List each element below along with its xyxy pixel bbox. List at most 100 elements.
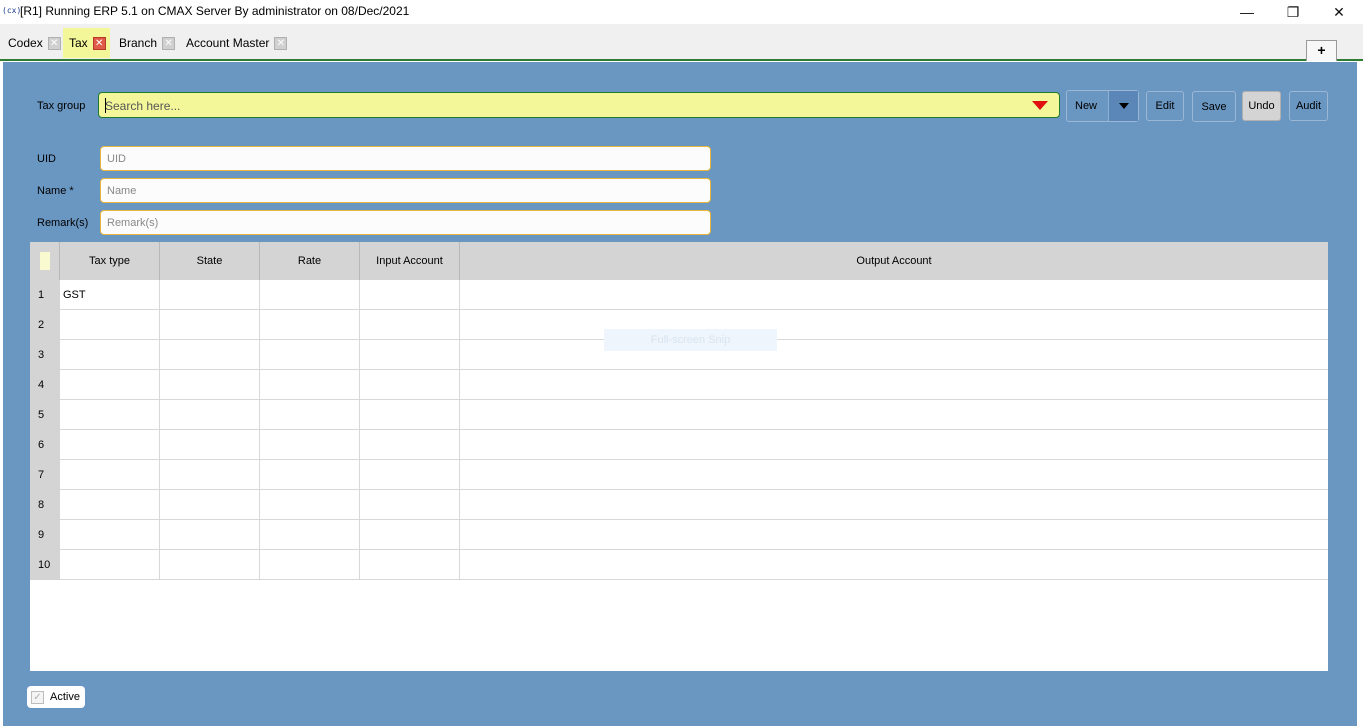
tab-strip: Codex ✕ Tax ✕ Branch ✕ Account Master ✕ … <box>0 24 1363 61</box>
cell-input-account[interactable] <box>360 280 460 310</box>
column-header-state[interactable]: State <box>160 242 260 280</box>
cell-input-account[interactable] <box>360 310 460 340</box>
cell-rate[interactable] <box>260 310 360 340</box>
cell-tax-type[interactable] <box>60 550 160 580</box>
cell-tax-type[interactable] <box>60 520 160 550</box>
cell-input-account[interactable] <box>360 490 460 520</box>
uid-field[interactable] <box>100 146 711 171</box>
cell-input-account[interactable] <box>360 340 460 370</box>
remarks-field[interactable] <box>100 210 711 235</box>
cell-tax-type[interactable] <box>60 310 160 340</box>
column-header-rate[interactable]: Rate <box>260 242 360 280</box>
cell-output-account[interactable] <box>460 340 1328 370</box>
table-row[interactable]: 5 <box>30 400 1328 430</box>
close-icon[interactable]: ✕ <box>92 36 106 50</box>
uid-label: UID <box>37 153 56 165</box>
cell-output-account[interactable] <box>460 490 1328 520</box>
tax-group-label: Tax group <box>37 100 86 112</box>
cell-output-account[interactable] <box>460 400 1328 430</box>
cell-rate[interactable] <box>260 460 360 490</box>
cell-output-account[interactable] <box>460 370 1328 400</box>
cell-state[interactable] <box>160 520 260 550</box>
new-button[interactable]: New <box>1066 90 1139 122</box>
cell-state[interactable] <box>160 430 260 460</box>
cell-input-account[interactable] <box>360 460 460 490</box>
cell-output-account[interactable] <box>460 460 1328 490</box>
tab-account-master[interactable]: Account Master ✕ <box>182 28 291 58</box>
add-tab-button[interactable]: + <box>1306 40 1337 61</box>
tab-label: Account Master <box>186 36 270 50</box>
cell-tax-type[interactable] <box>60 340 160 370</box>
undo-button[interactable]: Undo <box>1242 91 1281 121</box>
restore-button[interactable]: ❐ <box>1270 0 1316 24</box>
cell-rate[interactable] <box>260 340 360 370</box>
check-icon[interactable]: ✓ <box>31 690 44 704</box>
tab-codex[interactable]: Codex ✕ <box>4 28 65 58</box>
cell-rate[interactable] <box>260 520 360 550</box>
cell-state[interactable] <box>160 370 260 400</box>
table-row[interactable]: 9 <box>30 520 1328 550</box>
cell-rate[interactable] <box>260 550 360 580</box>
table-row[interactable]: 10 <box>30 550 1328 580</box>
table-row[interactable]: 7 <box>30 460 1328 490</box>
cell-tax-type[interactable] <box>60 430 160 460</box>
cell-state[interactable] <box>160 400 260 430</box>
row-number: 3 <box>30 340 60 370</box>
cell-rate[interactable] <box>260 400 360 430</box>
tab-tax[interactable]: Tax ✕ <box>63 28 110 58</box>
cell-output-account[interactable] <box>460 550 1328 580</box>
audit-button[interactable]: Audit <box>1289 91 1328 121</box>
cell-rate[interactable] <box>260 370 360 400</box>
save-button[interactable]: Save <box>1192 91 1236 122</box>
minimize-button[interactable]: — <box>1224 0 1270 24</box>
cell-input-account[interactable] <box>360 370 460 400</box>
table-row[interactable]: 6 <box>30 430 1328 460</box>
edit-button[interactable]: Edit <box>1146 91 1184 121</box>
name-field[interactable] <box>100 178 711 203</box>
cell-rate[interactable] <box>260 430 360 460</box>
tab-label: Tax <box>69 36 88 50</box>
cell-output-account[interactable] <box>460 520 1328 550</box>
triangle-down-icon[interactable] <box>1032 101 1048 110</box>
cell-input-account[interactable] <box>360 400 460 430</box>
cell-tax-type[interactable]: GST <box>60 280 160 310</box>
cell-state[interactable] <box>160 310 260 340</box>
table-row[interactable]: 8 <box>30 490 1328 520</box>
search-input[interactable] <box>105 97 1005 114</box>
row-number: 1 <box>30 280 60 310</box>
close-icon[interactable]: ✕ <box>162 36 176 50</box>
tab-label: Branch <box>119 36 158 50</box>
grid-corner[interactable] <box>30 242 60 280</box>
row-number: 10 <box>30 550 60 580</box>
table-row[interactable]: 4 <box>30 370 1328 400</box>
cell-output-account[interactable] <box>460 280 1328 310</box>
cell-rate[interactable] <box>260 490 360 520</box>
column-header-input-account[interactable]: Input Account <box>360 242 460 280</box>
active-toggle[interactable]: ✓ Active <box>27 686 85 708</box>
column-header-tax-type[interactable]: Tax type <box>60 242 160 280</box>
select-all-box[interactable] <box>40 252 50 270</box>
table-row[interactable]: 1 GST <box>30 280 1328 310</box>
cell-state[interactable] <box>160 340 260 370</box>
cell-output-account[interactable] <box>460 310 1328 340</box>
new-dropdown-button[interactable] <box>1108 91 1138 121</box>
close-icon[interactable]: ✕ <box>274 36 288 50</box>
cell-input-account[interactable] <box>360 550 460 580</box>
cell-input-account[interactable] <box>360 430 460 460</box>
cell-state[interactable] <box>160 460 260 490</box>
cell-state[interactable] <box>160 280 260 310</box>
cell-rate[interactable] <box>260 280 360 310</box>
cell-tax-type[interactable] <box>60 370 160 400</box>
column-header-output-account[interactable]: Output Account <box>460 242 1328 280</box>
close-window-button[interactable]: ✕ <box>1316 0 1362 24</box>
cell-state[interactable] <box>160 550 260 580</box>
cell-output-account[interactable] <box>460 430 1328 460</box>
cell-tax-type[interactable] <box>60 460 160 490</box>
cell-input-account[interactable] <box>360 520 460 550</box>
cell-tax-type[interactable] <box>60 490 160 520</box>
close-icon[interactable]: ✕ <box>47 36 61 50</box>
tax-group-search[interactable] <box>98 92 1060 118</box>
tab-branch[interactable]: Branch ✕ <box>115 28 179 58</box>
cell-tax-type[interactable] <box>60 400 160 430</box>
cell-state[interactable] <box>160 490 260 520</box>
